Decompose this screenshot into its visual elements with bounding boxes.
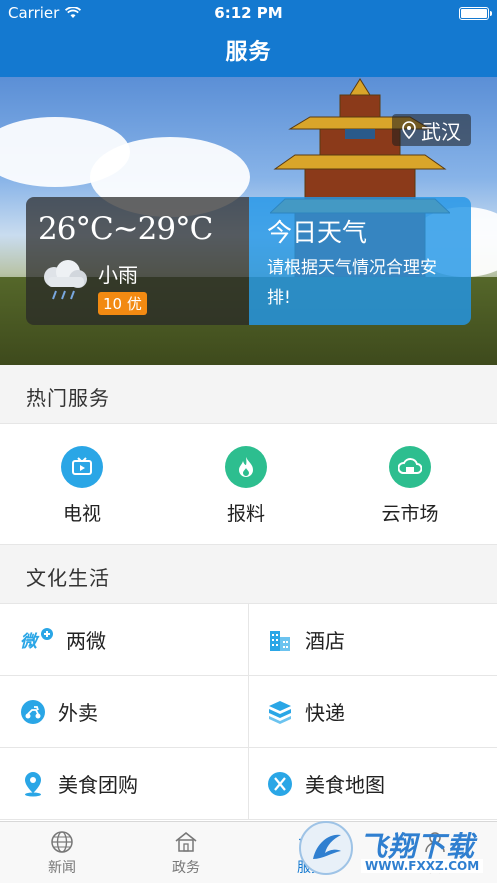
grid-item-label: 外卖 [58, 701, 98, 725]
grid-item-food-map[interactable]: 美食地图 [248, 748, 497, 820]
tab-label: 政务 [172, 860, 200, 876]
cloud-market-icon [389, 446, 431, 488]
today-weather-text: 请根据天气情况合理安排! [267, 258, 437, 308]
today-weather-card: 今日天气 请根据天气情况合理安排! [249, 197, 471, 325]
grid-item-takeout[interactable]: 外卖 [0, 676, 248, 748]
service-label: 云市场 [381, 503, 439, 525]
grid-item-label: 美食团购 [58, 773, 138, 797]
culture-life-heading: 文化生活 [0, 545, 497, 603]
service-tv[interactable]: 电视 [22, 446, 142, 526]
service-report[interactable]: 报料 [186, 446, 306, 526]
globe-icon [51, 831, 73, 853]
hot-services-heading: 热门服务 [0, 365, 497, 423]
watermark-overlay: 飞翔下载 WWW.FXXZ.COM [299, 819, 489, 877]
city-name: 武汉 [421, 119, 461, 144]
package-icon [269, 700, 291, 724]
tab-news[interactable]: 新闻 [12, 830, 112, 877]
weather-summary-card: 26°C~29°C 小雨 10 优 [26, 197, 249, 325]
grid-item-two-micro[interactable]: 微 两微 [0, 604, 248, 676]
status-bar: Carrier 6:12 PM [0, 0, 497, 26]
hotel-icon [270, 630, 290, 651]
grid-item-label: 美食地图 [305, 773, 385, 797]
battery-icon [459, 7, 492, 20]
grid-item-label: 快递 [305, 701, 345, 725]
service-label: 电视 [62, 503, 101, 525]
watermark-url: WWW.FXXZ.COM [361, 859, 484, 873]
rain-cloud-icon [44, 260, 87, 300]
weather-condition: 小雨 [98, 263, 138, 287]
svg-text:微: 微 [20, 632, 40, 652]
culture-life-grid: 微 两微 酒店 外卖 快递 美食团购 美食地图 [0, 603, 497, 821]
grid-item-hotel[interactable]: 酒店 [248, 604, 497, 676]
hot-services-panel: 电视 报料 云市场 [0, 423, 497, 545]
tv-icon [61, 446, 103, 488]
aqi-badge: 10 优 [98, 292, 147, 315]
temperature-range: 26°C~29°C [38, 211, 213, 247]
service-label: 报料 [226, 503, 265, 525]
watermark-logo [299, 821, 353, 875]
status-time: 6:12 PM [214, 4, 283, 22]
location-pin-icon [25, 771, 41, 796]
utensils-icon [268, 771, 292, 796]
location-pin-icon [402, 121, 416, 139]
weibo-plus-icon: 微 [20, 627, 53, 652]
tab-label: 新闻 [48, 860, 76, 876]
grid-item-express[interactable]: 快递 [248, 676, 497, 748]
tab-government[interactable]: 政务 [136, 830, 236, 877]
service-cloud-market[interactable]: 云市场 [350, 446, 470, 526]
city-selector[interactable]: 武汉 [392, 114, 471, 146]
flame-icon [225, 446, 267, 488]
today-weather-title: 今日天气 [267, 218, 368, 247]
building-icon [175, 831, 197, 852]
weather-banner[interactable]: 武汉 26°C~29°C 小雨 10 优 今日天气 请根据天气情况合理安排! [0, 77, 497, 365]
bottom-tab-bar: 新闻 政务 服务 我 飞翔下载 WWW.FXXZ.COM [0, 821, 497, 883]
grid-item-label: 两微 [66, 629, 106, 653]
page-title: 服务 [225, 40, 272, 65]
nav-header: Carrier 6:12 PM 服务 [0, 0, 497, 77]
grid-item-group-buy[interactable]: 美食团购 [0, 748, 248, 820]
scooter-icon [21, 699, 45, 724]
grid-item-label: 酒店 [305, 629, 345, 653]
